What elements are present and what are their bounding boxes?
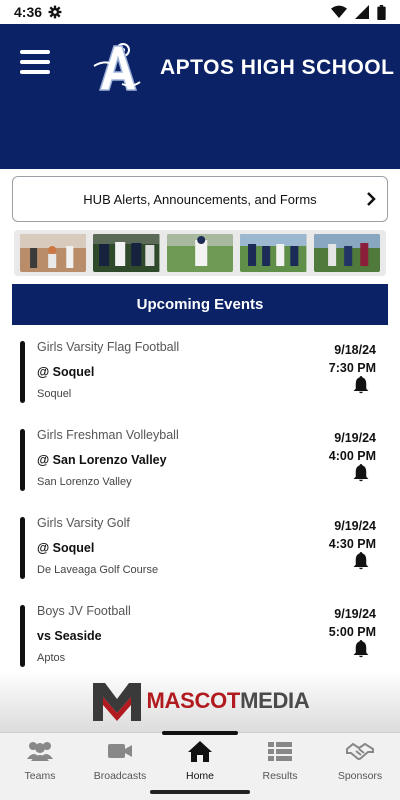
results-list-icon — [268, 742, 292, 761]
school-name: APTOS HIGH SCHOOL — [160, 56, 395, 79]
event-item[interactable]: Girls Freshman Volleyball @ San Lorenzo … — [12, 413, 388, 501]
bell-icon[interactable] — [352, 463, 370, 483]
handshake-icon — [346, 742, 374, 760]
wifi-icon — [331, 5, 347, 19]
event-date: 9/19/24 — [334, 519, 376, 533]
event-time: 4:30 PM — [328, 537, 376, 551]
video-camera-icon — [108, 744, 132, 758]
chevron-right-icon — [367, 192, 376, 206]
sponsor-name-part2: MEDIA — [240, 688, 310, 713]
event-item[interactable]: Boys JV Football vs Seaside Aptos 9/19/2… — [12, 589, 388, 670]
tab-label: Broadcasts — [93, 770, 147, 782]
menu-line — [20, 70, 50, 74]
event-item[interactable]: Girls Varsity Flag Football @ Soquel Soq… — [12, 325, 388, 413]
system-nav-bar — [0, 786, 400, 800]
event-date: 9/18/24 — [334, 343, 376, 357]
sponsor-banner[interactable]: MASCOTMEDIA — [0, 670, 400, 732]
tab-label: Home — [185, 770, 214, 782]
bell-icon[interactable] — [352, 375, 370, 395]
tab-teams[interactable]: Teams — [0, 733, 80, 787]
hub-alerts-label: HUB Alerts, Announcements, and Forms — [83, 191, 317, 207]
sponsor-name-part1: MASCOT — [146, 688, 241, 713]
event-time: 4:00 PM — [328, 449, 376, 463]
event-accent-bar — [20, 517, 25, 579]
event-opponent: vs Seaside — [37, 629, 102, 643]
football-photo[interactable] — [93, 234, 160, 272]
status-left: 4:36 — [14, 4, 62, 20]
event-date: 9/19/24 — [334, 431, 376, 445]
tab-home[interactable]: Home — [160, 731, 240, 787]
tab-results[interactable]: Results — [240, 733, 320, 787]
event-opponent: @ Soquel — [37, 541, 95, 555]
event-opponent: @ Soquel — [37, 365, 95, 379]
running-photo[interactable] — [313, 234, 381, 272]
menu-line — [20, 60, 50, 64]
school-header: APTOS HIGH SCHOOL — [0, 24, 400, 169]
event-opponent: @ San Lorenzo Valley — [37, 453, 167, 467]
mascot-media-logo-icon — [92, 683, 141, 721]
hub-alerts-button[interactable]: HUB Alerts, Announcements, and Forms — [12, 176, 388, 222]
event-date: 9/19/24 — [334, 607, 376, 621]
tab-label: Results — [262, 770, 298, 782]
sponsor-name: MASCOTMEDIA — [147, 688, 310, 714]
signal-icon — [355, 5, 369, 19]
event-sport: Girls Freshman Volleyball — [37, 428, 179, 442]
event-location: De Laveaga Golf Course — [37, 564, 159, 576]
event-time: 7:30 PM — [328, 361, 376, 375]
upcoming-events-header: Upcoming Events — [12, 284, 388, 325]
soccer-photo[interactable] — [240, 234, 307, 272]
menu-line — [20, 50, 50, 54]
event-item[interactable]: Girls Varsity Golf @ Soquel De Laveaga G… — [12, 501, 388, 589]
event-time: 5:00 PM — [328, 625, 376, 639]
event-list: Girls Varsity Flag Football @ Soquel Soq… — [12, 325, 388, 670]
event-sport: Girls Varsity Golf — [37, 516, 130, 530]
battery-icon — [377, 4, 386, 20]
status-right — [331, 4, 386, 20]
bell-icon[interactable] — [352, 551, 370, 571]
hamburger-menu-button[interactable] — [20, 50, 50, 76]
basketball-photo[interactable] — [20, 234, 87, 272]
baseball-photo[interactable] — [166, 234, 234, 272]
event-accent-bar — [20, 341, 25, 403]
home-icon — [188, 741, 212, 762]
tab-label: Sponsors — [337, 770, 383, 782]
event-sport: Girls Varsity Flag Football — [37, 340, 180, 354]
tab-label: Teams — [24, 770, 56, 782]
school-logo-icon — [93, 43, 141, 91]
event-location: San Lorenzo Valley — [37, 476, 132, 488]
teams-icon — [27, 742, 53, 761]
photo-strip — [14, 230, 386, 276]
home-gesture-handle[interactable] — [150, 790, 250, 794]
event-sport: Boys JV Football — [37, 604, 131, 618]
settings-gear-icon — [48, 5, 62, 19]
event-location: Soquel — [37, 388, 72, 400]
status-time: 4:36 — [14, 4, 43, 20]
event-accent-bar — [20, 605, 25, 667]
event-accent-bar — [20, 429, 25, 491]
bottom-tab-bar: Teams Broadcasts Home Results Sponsors — [0, 731, 400, 787]
tab-broadcasts[interactable]: Broadcasts — [80, 733, 160, 787]
tab-sponsors[interactable]: Sponsors — [320, 733, 400, 787]
bell-icon[interactable] — [352, 639, 370, 659]
event-location: Aptos — [37, 652, 66, 664]
status-bar: 4:36 — [0, 0, 400, 24]
upcoming-events-title: Upcoming Events — [136, 296, 264, 313]
